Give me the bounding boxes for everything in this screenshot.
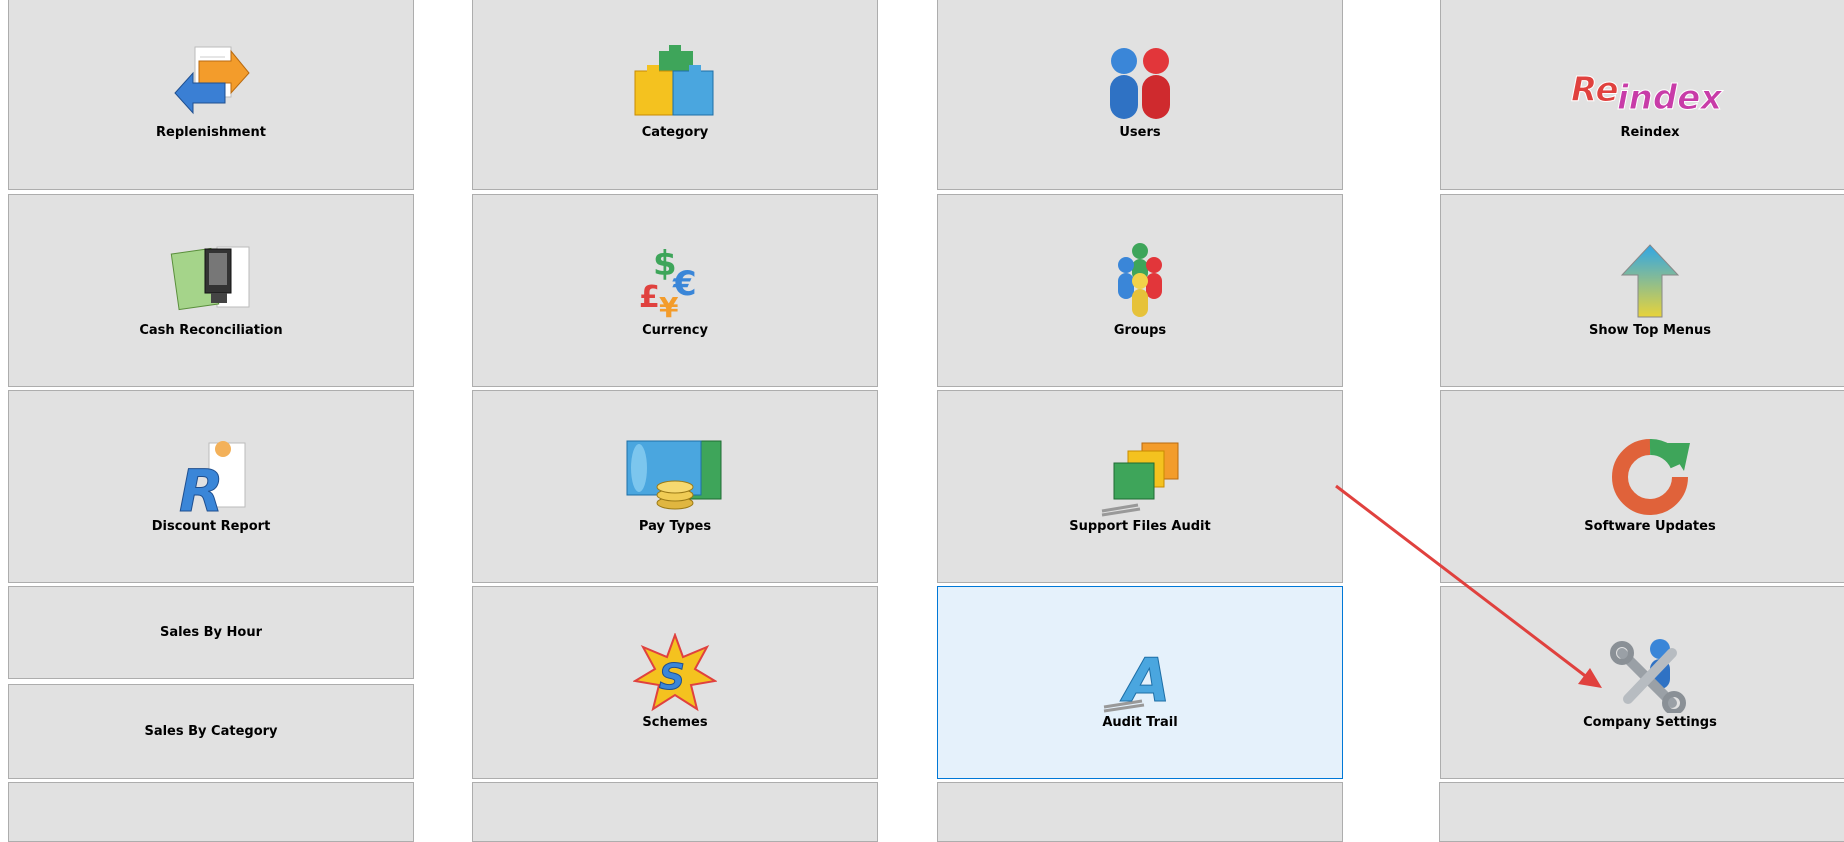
company-settings-label: Company Settings: [1583, 715, 1717, 730]
svg-text:R: R: [179, 457, 224, 517]
audit-trail-tile[interactable]: A Audit Trail: [937, 586, 1343, 779]
users-label: Users: [1119, 125, 1161, 140]
schemes-icon: S: [633, 633, 717, 713]
schemes-label: Schemes: [642, 715, 708, 730]
company-settings-icon: [1608, 633, 1692, 713]
cash-reconciliation-label: Cash Reconciliation: [139, 323, 283, 338]
partial-tile[interactable]: [472, 782, 878, 842]
company-settings-tile[interactable]: Company Settings: [1440, 586, 1844, 779]
svg-text:¥: ¥: [659, 291, 679, 321]
category-icon: [633, 43, 717, 123]
groups-tile[interactable]: Groups: [937, 194, 1343, 387]
sales-by-category-tile[interactable]: Sales By Category: [8, 684, 414, 779]
svg-text:Re: Re: [1571, 70, 1619, 110]
currency-tile[interactable]: $ € £ ¥ Currency: [472, 194, 878, 387]
replenishment-icon: [169, 43, 253, 123]
software-updates-label: Software Updates: [1584, 519, 1716, 534]
discount-report-icon: R: [169, 437, 253, 517]
users-tile[interactable]: Users: [937, 0, 1343, 190]
refresh-icon: [1608, 437, 1692, 517]
partial-tile[interactable]: [8, 782, 414, 842]
svg-text:£: £: [639, 280, 660, 315]
support-files-audit-icon: [1098, 437, 1182, 517]
discount-report-tile[interactable]: R Discount Report: [8, 390, 414, 583]
audit-trail-label: Audit Trail: [1102, 715, 1178, 730]
reindex-tile[interactable]: Re index Reindex: [1440, 0, 1844, 190]
discount-report-label: Discount Report: [151, 519, 271, 534]
replenishment-tile[interactable]: Replenishment: [8, 0, 414, 190]
sales-by-category-label: Sales By Category: [144, 724, 278, 739]
pay-types-icon: [625, 437, 725, 517]
cash-reconciliation-tile[interactable]: Cash Reconciliation: [8, 194, 414, 387]
replenishment-label: Replenishment: [156, 125, 266, 140]
software-updates-tile[interactable]: Software Updates: [1440, 390, 1844, 583]
svg-text:S: S: [659, 657, 685, 698]
show-top-menus-label: Show Top Menus: [1589, 323, 1711, 338]
sales-by-hour-tile[interactable]: Sales By Hour: [8, 586, 414, 679]
category-tile[interactable]: Category: [472, 0, 878, 190]
audit-trail-icon: A: [1098, 633, 1182, 713]
support-files-audit-tile[interactable]: Support Files Audit: [937, 390, 1343, 583]
groups-icon: [1098, 241, 1182, 321]
category-label: Category: [641, 125, 709, 140]
show-top-menus-tile[interactable]: Show Top Menus: [1440, 194, 1844, 387]
reindex-logo: Re index: [1565, 43, 1735, 123]
partial-tile[interactable]: [1439, 782, 1844, 842]
sales-by-hour-label: Sales By Hour: [159, 625, 263, 640]
currency-icon: $ € £ ¥: [633, 241, 717, 321]
arrow-up-icon: [1608, 241, 1692, 321]
svg-text:A: A: [1120, 646, 1170, 713]
svg-text:index: index: [1617, 78, 1723, 118]
cash-reconciliation-icon: [169, 241, 253, 321]
users-icon: [1098, 43, 1182, 123]
support-files-audit-label: Support Files Audit: [1069, 519, 1211, 534]
groups-label: Groups: [1113, 323, 1167, 338]
pay-types-label: Pay Types: [638, 519, 712, 534]
pay-types-tile[interactable]: Pay Types: [472, 390, 878, 583]
currency-label: Currency: [642, 323, 708, 338]
schemes-tile[interactable]: S Schemes: [472, 586, 878, 779]
reindex-label: Reindex: [1620, 125, 1680, 140]
partial-tile[interactable]: [937, 782, 1343, 842]
